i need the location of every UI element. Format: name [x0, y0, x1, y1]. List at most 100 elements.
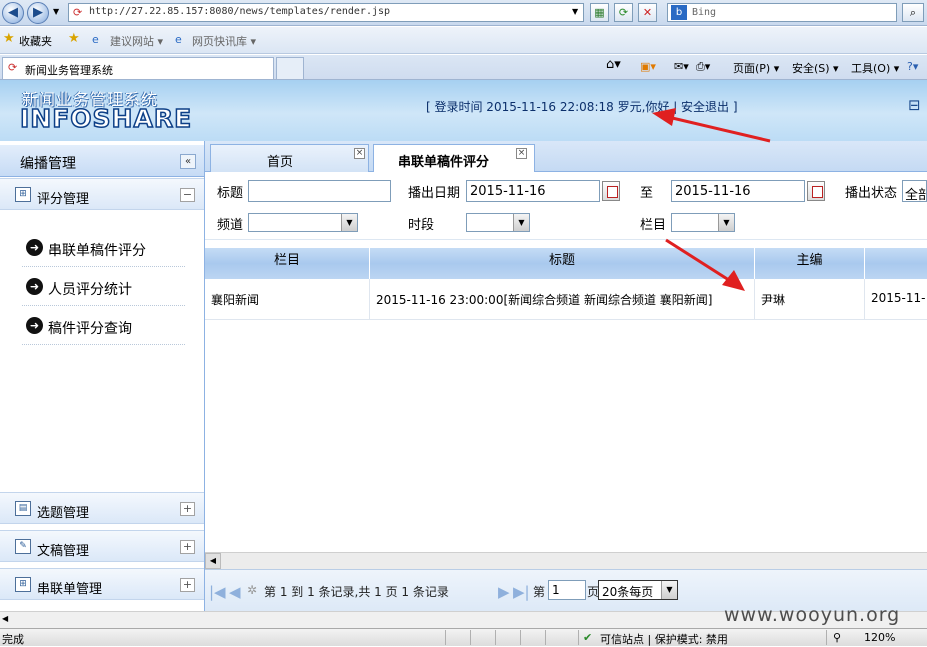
- page-size-select[interactable]: 20条每页 ▼: [598, 580, 678, 600]
- title-input[interactable]: [248, 180, 391, 202]
- web-slice-link[interactable]: 网页快讯库 ▾: [192, 33, 256, 49]
- mail-icon[interactable]: ✉▾: [674, 60, 689, 73]
- document-icon: ▤: [15, 501, 31, 516]
- column-header[interactable]: 栏目: [205, 248, 370, 279]
- print-icon[interactable]: ⎙▾: [696, 60, 710, 74]
- home-icon[interactable]: ⌂▾: [606, 57, 621, 72]
- last-page-icon[interactable]: ▶|: [513, 583, 530, 601]
- section-score-management[interactable]: ⊞ 评分管理 −: [0, 178, 204, 210]
- broadcast-status-select[interactable]: 全部: [902, 180, 927, 202]
- column-header[interactable]: [865, 248, 927, 279]
- favorites-button[interactable]: 收藏夹: [19, 33, 52, 49]
- search-placeholder: Bing: [692, 7, 717, 18]
- arrow-right-icon: ➜: [26, 278, 43, 295]
- channel-label: 频道: [217, 218, 244, 233]
- cell-title: 2015-11-16 23:00:00[新闻综合频道 新闻综合频道 襄阳新闻]: [370, 279, 755, 320]
- sidebar-item-label: 串联单稿件评分: [48, 243, 146, 259]
- url-dropdown-icon[interactable]: ▼: [572, 7, 578, 16]
- column-select[interactable]: ▼: [671, 213, 735, 232]
- status-text: 完成: [2, 633, 24, 646]
- prev-page-icon[interactable]: ◀: [229, 583, 241, 601]
- security-zone[interactable]: 可信站点 | 保护模式: 禁用: [600, 631, 728, 647]
- period-label: 时段: [408, 218, 435, 233]
- login-info: [ 登录时间 2015-11-16 22:08:18 罗元,你好 | 安全退出 …: [426, 100, 738, 114]
- ie-icon: e: [175, 33, 182, 46]
- tab-home[interactable]: 首页 ×: [210, 144, 369, 172]
- tools-menu[interactable]: 工具(O) ▾: [851, 60, 899, 76]
- cell-column: 襄阳新闻: [205, 279, 370, 320]
- close-icon[interactable]: ×: [354, 148, 365, 159]
- history-dropdown-icon[interactable]: ▼: [53, 7, 59, 16]
- feeds-icon[interactable]: ▣▾: [640, 60, 656, 73]
- search-input[interactable]: b Bing: [667, 3, 897, 22]
- status-divider: [445, 630, 446, 645]
- sidebar-item-staff-stats[interactable]: ➜ 人员评分统计: [22, 268, 185, 306]
- sidebar-item-score-query[interactable]: ➜ 稿件评分查询: [22, 307, 185, 345]
- refresh-icon[interactable]: ⟳: [614, 3, 633, 22]
- data-grid: 栏目 标题 主编 襄阳新闻 2015-11-16 23:00:00[新闻综合频道…: [205, 240, 927, 552]
- page-menu[interactable]: 页面(P) ▾: [733, 60, 779, 76]
- sidebar-item-rundown-score[interactable]: ➜ 串联单稿件评分: [22, 229, 185, 267]
- period-select[interactable]: ▼: [466, 213, 530, 232]
- broadcast-date-label: 播出日期: [408, 186, 461, 201]
- expand-section-icon[interactable]: +: [180, 540, 195, 554]
- search-icon[interactable]: ⌕: [902, 3, 924, 22]
- address-bar: ◀ ▶ ▼ ⟳ http://27.22.85.157:8080/news/te…: [0, 0, 927, 26]
- header-icon[interactable]: ⊟: [908, 96, 921, 114]
- expand-section-icon[interactable]: +: [180, 578, 195, 592]
- refresh-icon[interactable]: ✲: [247, 583, 257, 597]
- back-button[interactable]: ◀: [2, 2, 24, 24]
- channel-select[interactable]: ▼: [248, 213, 358, 232]
- section-label: 选题管理: [37, 506, 90, 521]
- browser-tab-row: ⟳ 新闻业务管理系统: [0, 55, 927, 80]
- stop-icon[interactable]: ✕: [638, 3, 657, 22]
- chevron-down-icon: ▼: [513, 214, 529, 231]
- trusted-check-icon: ✔: [583, 631, 593, 644]
- calendar-icon[interactable]: [807, 181, 825, 201]
- expand-section-icon[interactable]: +: [180, 502, 195, 516]
- zoom-level[interactable]: 120%: [864, 631, 895, 644]
- scroll-left-icon[interactable]: ◀: [2, 614, 8, 623]
- status-divider: [545, 630, 546, 645]
- arrow-right-icon: ➜: [26, 317, 43, 334]
- section-label: 评分管理: [37, 192, 90, 207]
- bing-icon: b: [671, 5, 687, 20]
- forward-button[interactable]: ▶: [27, 2, 49, 24]
- section-rundown-management[interactable]: ⊞ 串联单管理 +: [0, 568, 204, 600]
- edit-icon: ✎: [15, 539, 31, 554]
- suggested-sites-link[interactable]: 建议网站 ▾: [110, 33, 163, 49]
- tab-bar: 首页 × 串联单稿件评分 ×: [205, 141, 927, 173]
- section-topic-management[interactable]: ▤ 选题管理 +: [0, 492, 204, 524]
- add-favorite-icon[interactable]: ★: [68, 31, 80, 46]
- collapse-section-icon[interactable]: −: [180, 188, 195, 202]
- calendar-icon[interactable]: [602, 181, 620, 201]
- new-tab-button[interactable]: [276, 57, 304, 79]
- first-page-icon[interactable]: |◀: [209, 583, 226, 601]
- zoom-icon[interactable]: ⚲: [833, 631, 841, 644]
- star-icon: ★: [3, 31, 15, 46]
- browser-tab[interactable]: ⟳ 新闻业务管理系统: [2, 57, 274, 79]
- date-from-input[interactable]: [466, 180, 600, 202]
- compatibility-icon[interactable]: ▦: [590, 3, 609, 22]
- section-manuscript-management[interactable]: ✎ 文稿管理 +: [0, 530, 204, 562]
- tree-icon: ⊞: [15, 577, 31, 592]
- next-page-icon[interactable]: ▶: [498, 583, 510, 601]
- grid-horizontal-scrollbar[interactable]: ◀: [205, 552, 927, 569]
- column-header[interactable]: 主编: [755, 248, 865, 279]
- date-to-input[interactable]: [671, 180, 805, 202]
- table-row[interactable]: 襄阳新闻 2015-11-16 23:00:00[新闻综合频道 新闻综合频道 襄…: [205, 279, 927, 320]
- page-number-input[interactable]: [548, 580, 586, 600]
- tab-rundown-score[interactable]: 串联单稿件评分 ×: [373, 144, 535, 173]
- safety-menu[interactable]: 安全(S) ▾: [792, 60, 839, 76]
- column-header[interactable]: 标题: [370, 248, 755, 279]
- section-label: 串联单管理: [37, 582, 103, 597]
- scroll-left-icon[interactable]: ◀: [205, 553, 221, 569]
- help-icon[interactable]: ?▾: [907, 60, 918, 73]
- cell-editor: 尹琳: [755, 279, 865, 320]
- collapse-sidebar-icon[interactable]: «: [180, 154, 196, 169]
- close-icon[interactable]: ×: [516, 148, 527, 159]
- status-divider: [578, 630, 579, 645]
- tree-icon: ⊞: [15, 187, 31, 202]
- url-input[interactable]: ⟳ http://27.22.85.157:8080/news/template…: [68, 3, 584, 22]
- chevron-down-icon: ▼: [661, 581, 677, 599]
